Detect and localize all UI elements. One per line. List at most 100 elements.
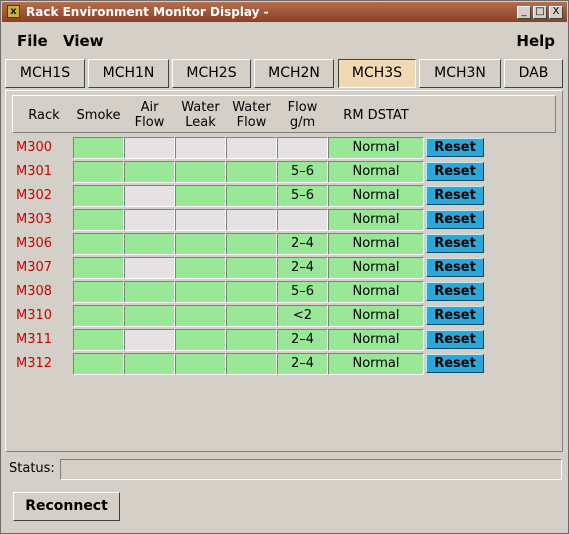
reset-button[interactable]: Reset xyxy=(426,210,484,229)
smoke-indicator xyxy=(73,281,124,303)
rm-dstat-status: Normal xyxy=(328,281,424,303)
tab-mch1s[interactable]: MCH1S xyxy=(5,59,85,88)
water-leak-indicator xyxy=(175,137,226,159)
rm-dstat-status: Normal xyxy=(328,209,424,231)
header-rm-dstat: RM DSTAT xyxy=(343,108,409,123)
tab-dab[interactable]: DAB xyxy=(504,59,563,88)
air-flow-indicator xyxy=(124,329,175,351)
status-label: Status: xyxy=(9,461,55,476)
tab-mch1n[interactable]: MCH1N xyxy=(88,59,169,88)
header-water-flow: Water Flow xyxy=(232,100,271,130)
air-flow-indicator xyxy=(124,305,175,327)
flow-gm-value: 5–6 xyxy=(277,185,328,207)
smoke-indicator xyxy=(73,257,124,279)
rack-label: M311 xyxy=(16,332,53,347)
water-leak-indicator xyxy=(175,161,226,183)
smoke-indicator xyxy=(73,233,124,255)
flow-gm-value: 5–6 xyxy=(277,161,328,183)
rack-label: M307 xyxy=(16,260,53,275)
flow-gm-value: 2–4 xyxy=(277,233,328,255)
rack-label: M301 xyxy=(16,164,53,179)
reset-button[interactable]: Reset xyxy=(426,258,484,277)
flow-gm-value: 2–4 xyxy=(277,353,328,375)
air-flow-indicator xyxy=(124,257,175,279)
rm-dstat-status: Normal xyxy=(328,185,424,207)
water-leak-indicator xyxy=(175,329,226,351)
tab-bar: MCH1S MCH1N MCH2S MCH2N MCH3S MCH3N DAB xyxy=(0,59,569,90)
reset-button[interactable]: Reset xyxy=(426,234,484,253)
smoke-indicator xyxy=(73,209,124,231)
flow-gm-value: 2–4 xyxy=(277,257,328,279)
water-leak-indicator xyxy=(175,353,226,375)
reset-button[interactable]: Reset xyxy=(426,354,484,373)
air-flow-indicator xyxy=(124,281,175,303)
air-flow-indicator xyxy=(124,209,175,231)
header-air-flow: Air Flow xyxy=(134,100,165,130)
water-leak-indicator xyxy=(175,305,226,327)
header-flow-gm: Flow g/m xyxy=(287,100,318,130)
reconnect-button[interactable]: Reconnect xyxy=(13,492,120,521)
close-button[interactable]: X xyxy=(549,6,563,19)
maximize-button[interactable]: □ xyxy=(533,6,547,19)
flow-gm-value xyxy=(277,209,328,231)
app-icon: x xyxy=(7,5,20,18)
water-flow-indicator xyxy=(226,281,277,303)
flow-gm-value xyxy=(277,137,328,159)
water-flow-indicator xyxy=(226,257,277,279)
air-flow-indicator xyxy=(124,137,175,159)
rm-dstat-status: Normal xyxy=(328,305,424,327)
rack-label: M310 xyxy=(16,308,53,323)
smoke-indicator xyxy=(73,329,124,351)
reset-button[interactable]: Reset xyxy=(426,282,484,301)
rack-label: M306 xyxy=(16,236,53,251)
tab-mch2s[interactable]: MCH2S xyxy=(172,59,251,88)
flow-gm-value: <2 xyxy=(277,305,328,327)
menu-view[interactable]: View xyxy=(63,32,104,50)
water-flow-indicator xyxy=(226,137,277,159)
rack-label: M303 xyxy=(16,212,53,227)
water-leak-indicator xyxy=(175,233,226,255)
water-leak-indicator xyxy=(175,257,226,279)
tab-mch3s[interactable]: MCH3S xyxy=(338,59,416,88)
water-flow-indicator xyxy=(226,185,277,207)
water-flow-indicator xyxy=(226,329,277,351)
window-title: Rack Environment Monitor Display - xyxy=(26,5,269,19)
rm-dstat-status: Normal xyxy=(328,137,424,159)
rack-label: M300 xyxy=(16,140,53,155)
water-leak-indicator xyxy=(175,185,226,207)
flow-gm-value: 2–4 xyxy=(277,329,328,351)
rack-label: M302 xyxy=(16,188,53,203)
title-bar: x Rack Environment Monitor Display - _ □… xyxy=(2,2,567,22)
smoke-indicator xyxy=(73,353,124,375)
menu-file[interactable]: File xyxy=(17,32,48,50)
reset-button[interactable]: Reset xyxy=(426,186,484,205)
rack-label: M308 xyxy=(16,284,53,299)
rm-dstat-status: Normal xyxy=(328,257,424,279)
rack-label: M312 xyxy=(16,356,53,371)
header-water-leak: Water Leak xyxy=(181,100,220,130)
air-flow-indicator xyxy=(124,161,175,183)
water-flow-indicator xyxy=(226,209,277,231)
rm-dstat-status: Normal xyxy=(328,233,424,255)
air-flow-indicator xyxy=(124,185,175,207)
reset-button[interactable]: Reset xyxy=(426,306,484,325)
reset-button[interactable]: Reset xyxy=(426,330,484,349)
rm-dstat-status: Normal xyxy=(328,161,424,183)
water-flow-indicator xyxy=(226,161,277,183)
flow-gm-value: 5–6 xyxy=(277,281,328,303)
water-leak-indicator xyxy=(175,209,226,231)
water-flow-indicator xyxy=(226,353,277,375)
minimize-button[interactable]: _ xyxy=(517,6,531,19)
smoke-indicator xyxy=(73,161,124,183)
rm-dstat-status: Normal xyxy=(328,353,424,375)
menu-help[interactable]: Help xyxy=(516,32,555,50)
water-flow-indicator xyxy=(226,233,277,255)
reset-button[interactable]: Reset xyxy=(426,162,484,181)
smoke-indicator xyxy=(73,185,124,207)
tab-mch3n[interactable]: MCH3N xyxy=(419,59,501,88)
water-leak-indicator xyxy=(175,281,226,303)
smoke-indicator xyxy=(73,305,124,327)
status-field xyxy=(60,459,562,480)
reset-button[interactable]: Reset xyxy=(426,138,484,157)
tab-mch2n[interactable]: MCH2N xyxy=(254,59,334,88)
